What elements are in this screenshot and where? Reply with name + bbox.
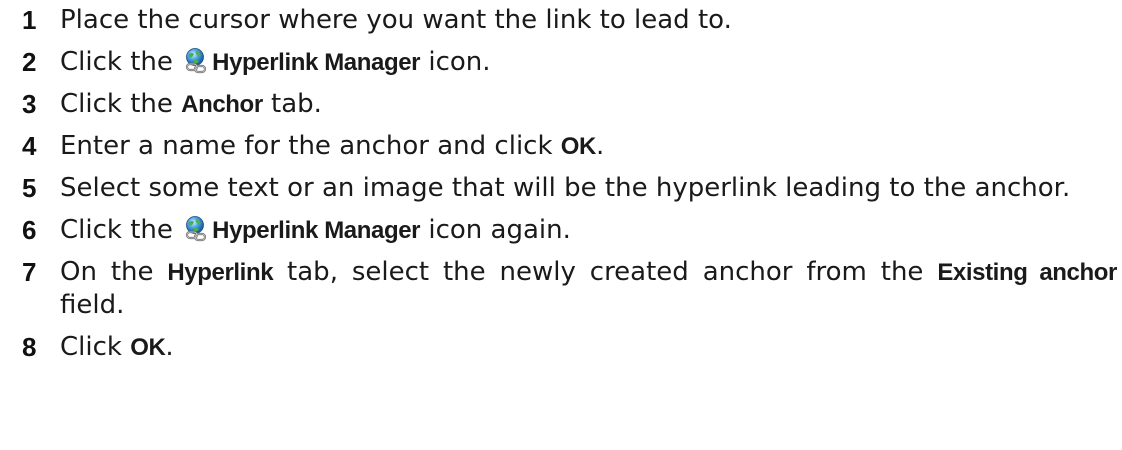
ui-term: Existing anchor: [937, 259, 1117, 286]
step-number: 4: [22, 131, 37, 161]
step-item: 2 Click the Hyperlink Manager icon.: [22, 46, 1117, 79]
step-item: 3 Click the Anchor tab.: [22, 88, 1117, 121]
step-text: Click the Hyperlink Manager icon.: [60, 47, 491, 77]
step-number: 2: [22, 47, 37, 77]
step-text-segment: Click the: [60, 215, 182, 245]
step-item: 5 Select some text or an image that will …: [22, 172, 1117, 205]
step-number: 6: [22, 215, 37, 245]
step-text-segment: icon.: [420, 47, 491, 77]
instruction-steps: 1 Place the cursor where you want the lin…: [22, 0, 1117, 373]
step-item: 4 Enter a name for the anchor and click O…: [22, 130, 1117, 163]
ui-term: OK: [130, 334, 166, 361]
step-number: 7: [22, 257, 37, 287]
step-text: Enter a name for the anchor and click OK…: [60, 131, 604, 161]
step-item: 6 Click the Hyperlink Manager icon again…: [22, 214, 1117, 247]
step-text-segment: Enter a name for the anchor and click: [60, 131, 561, 161]
step-text: Select some text or an image that will b…: [60, 173, 1070, 203]
step-text: On the Hyperlink tab, select the newly c…: [60, 257, 1117, 320]
ui-term: Anchor: [181, 91, 263, 118]
ui-term: OK: [560, 133, 597, 160]
step-text-segment: Click the: [60, 89, 182, 119]
step-item: 8 Click OK.: [22, 331, 1117, 364]
step-number: 1: [22, 5, 37, 35]
step-text: Click the Hyperlink Manager icon again.: [60, 215, 571, 245]
hyperlink-manager-icon: [183, 215, 210, 242]
step-number: 3: [22, 89, 37, 119]
step-text-segment: field.: [60, 290, 125, 320]
step-text-segment: .: [595, 131, 605, 161]
step-text-segment: icon again.: [420, 215, 571, 245]
step-text-segment: Select some text or an image that will b…: [60, 173, 1071, 203]
step-text-segment: tab, select the newly created anchor fro…: [273, 257, 938, 287]
step-text-segment: Click the: [60, 47, 182, 77]
step-text-segment: .: [165, 332, 174, 362]
ui-term: Hyperlink: [167, 259, 274, 286]
hyperlink-manager-icon: [183, 47, 210, 74]
step-number: 5: [22, 173, 37, 203]
step-text: Click OK.: [60, 332, 174, 362]
step-text: Click the Anchor tab.: [60, 89, 322, 119]
step-text-segment: Place the cursor where you want the link…: [60, 5, 732, 35]
ui-term: Hyperlink Manager: [212, 217, 421, 244]
ui-term: Hyperlink Manager: [212, 49, 421, 76]
step-text-segment: tab.: [262, 89, 322, 119]
step-item: 7 On the Hyperlink tab, select the newly …: [22, 256, 1117, 322]
step-text-segment: On the: [60, 257, 168, 287]
step-text-segment: Click: [60, 332, 131, 362]
step-number: 8: [22, 332, 37, 362]
step-text: Place the cursor where you want the link…: [60, 5, 732, 35]
step-item: 1 Place the cursor where you want the lin…: [22, 4, 1117, 37]
